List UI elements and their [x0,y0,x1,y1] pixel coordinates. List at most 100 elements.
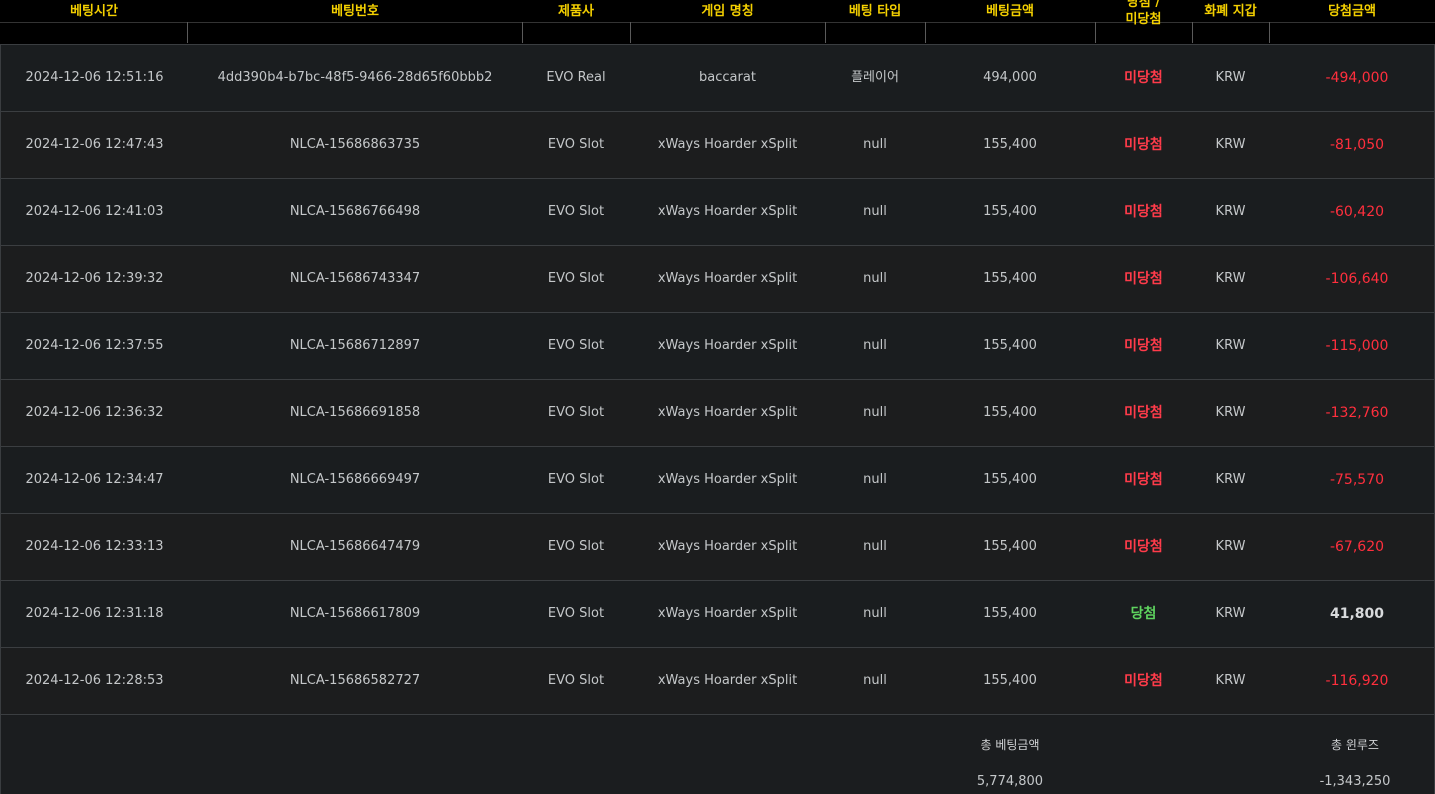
cell-currency: KRW [1215,539,1246,554]
cell-provider: EVO Slot [547,338,605,353]
table-row[interactable]: 2024-12-06 12:51:16 4dd390b4-b7bc-48f5-94… [1,45,1434,112]
cell-bet-time: 2024-12-06 12:34:47 [25,472,164,487]
cell-game-name: xWays Hoarder xSplit [657,405,798,420]
cell-bet-type: 플레이어 [851,70,899,85]
cell-win-amount: 41,800 [1329,606,1385,622]
cell-win-amount: -106,640 [1325,271,1389,287]
cell-bet-time: 2024-12-06 12:47:43 [25,137,164,152]
header-bet-amount[interactable]: 베팅금액 [925,0,1095,44]
cell-result: 미당첨 [1124,405,1163,421]
table-row[interactable]: 2024-12-06 12:39:32 NLCA-15686743347 EVO S… [1,246,1434,313]
cell-bet-type: null [863,539,887,554]
cell-bet-amount: 155,400 [983,137,1037,152]
total-bet-label: 총 베팅금액 [980,738,1040,752]
cell-provider: EVO Slot [547,539,605,554]
table-row[interactable]: 2024-12-06 12:33:13 NLCA-15686647479 EVO S… [1,514,1434,581]
cell-bet-time: 2024-12-06 12:36:32 [25,405,164,420]
table-row[interactable]: 2024-12-06 12:37:55 NLCA-15686712897 EVO S… [1,313,1434,380]
table-row[interactable]: 2024-12-06 12:34:47 NLCA-15686669497 EVO S… [1,447,1434,514]
cell-bet-no: 4dd390b4-b7bc-48f5-9466-28d65f60bbb2 [217,70,493,85]
cell-game-name: baccarat [699,70,756,85]
header-bet-time[interactable]: 베팅시간 [0,0,188,44]
cell-bet-no: NLCA-15686743347 [289,271,421,286]
cell-currency: KRW [1215,472,1246,487]
column-divider [1192,22,1193,43]
header-win-amount-label: 당첨금액 [1328,4,1376,19]
cell-win-amount: -60,420 [1329,204,1385,220]
cell-currency: KRW [1215,606,1246,621]
cell-bet-no: NLCA-15686766498 [289,204,421,219]
column-divider [522,22,523,43]
header-provider[interactable]: 제품사 [522,0,630,44]
cell-bet-amount: 155,400 [983,472,1037,487]
header-win-amount[interactable]: 당첨금액 [1269,0,1435,44]
cell-game-name: xWays Hoarder xSplit [657,673,798,688]
cell-game-name: xWays Hoarder xSplit [657,472,798,487]
table-row[interactable]: 2024-12-06 12:47:43 NLCA-15686863735 EVO S… [1,112,1434,179]
cell-game-name: xWays Hoarder xSplit [657,271,798,286]
table-row[interactable]: 2024-12-06 12:31:18 NLCA-15686617809 EVO S… [1,581,1434,648]
cell-currency: KRW [1215,673,1246,688]
table-footer-totals: 총 베팅금액 5,774,800 총 윈루즈 -1,343,250 [1,716,1434,794]
cell-bet-time: 2024-12-06 12:28:53 [25,673,164,688]
header-game-name-label: 게임 명칭 [701,4,754,19]
cell-bet-time: 2024-12-06 12:39:32 [25,271,164,286]
total-winloss-label: 총 윈루즈 [1331,738,1379,752]
cell-provider: EVO Slot [547,204,605,219]
cell-bet-type: null [863,204,887,219]
cell-bet-amount: 155,400 [983,673,1037,688]
header-bet-no-label: 베팅번호 [331,4,379,19]
cell-result: 미당첨 [1124,539,1163,555]
cell-currency: KRW [1215,405,1246,420]
cell-game-name: xWays Hoarder xSplit [657,606,798,621]
cell-currency: KRW [1215,137,1246,152]
cell-bet-amount: 155,400 [983,606,1037,621]
cell-provider: EVO Real [546,70,606,85]
cell-provider: EVO Slot [547,673,605,688]
cell-bet-time: 2024-12-06 12:51:16 [25,70,164,85]
cell-provider: EVO Slot [547,405,605,420]
cell-provider: EVO Slot [547,472,605,487]
cell-provider: EVO Slot [547,606,605,621]
cell-bet-no: NLCA-15686617809 [289,606,421,621]
cell-bet-no: NLCA-15686669497 [289,472,421,487]
cell-bet-amount: 494,000 [983,70,1037,85]
cell-win-amount: -81,050 [1329,137,1385,153]
header-result-label: 당첨 / 미당첨 [1095,0,1192,28]
table-header: 베팅시간 베팅번호 제품사 게임 명칭 베팅 타입 베팅금액 당첨 / 미당첨 … [0,0,1435,45]
header-game-name[interactable]: 게임 명칭 [630,0,825,44]
cell-bet-type: null [863,137,887,152]
cell-currency: KRW [1215,70,1246,85]
table-row[interactable]: 2024-12-06 12:41:03 NLCA-15686766498 EVO S… [1,179,1434,246]
cell-bet-amount: 155,400 [983,338,1037,353]
cell-result: 미당첨 [1124,204,1163,220]
cell-win-amount: -116,920 [1325,673,1389,689]
header-bet-time-label: 베팅시간 [70,4,118,19]
header-currency-label: 화폐 지갑 [1204,4,1257,19]
cell-bet-amount: 155,400 [983,204,1037,219]
header-result-line2: 미당첨 [1125,12,1162,27]
total-winloss-value: -1,343,250 [1319,774,1391,789]
header-result[interactable]: 당첨 / 미당첨 [1095,0,1192,44]
cell-game-name: xWays Hoarder xSplit [657,539,798,554]
cell-bet-no: NLCA-15686863735 [289,137,421,152]
header-bet-no[interactable]: 베팅번호 [188,0,522,44]
header-result-line1: 당첨 / [1126,0,1161,10]
cell-bet-no: NLCA-15686647479 [289,539,421,554]
header-currency[interactable]: 화폐 지갑 [1192,0,1269,44]
cell-bet-no: NLCA-15686712897 [289,338,421,353]
cell-bet-type: null [863,472,887,487]
cell-bet-no: NLCA-15686582727 [289,673,421,688]
column-divider [825,22,826,43]
cell-win-amount: -494,000 [1325,70,1389,86]
cell-win-amount: -132,760 [1325,405,1389,421]
column-divider [630,22,631,43]
cell-bet-type: null [863,606,887,621]
cell-bet-no: NLCA-15686691858 [289,405,421,420]
table-row[interactable]: 2024-12-06 12:36:32 NLCA-15686691858 EVO S… [1,380,1434,447]
cell-currency: KRW [1215,271,1246,286]
header-bet-type[interactable]: 베팅 타입 [825,0,925,44]
table-row[interactable]: 2024-12-06 12:28:53 NLCA-15686582727 EVO S… [1,648,1434,715]
cell-bet-amount: 155,400 [983,271,1037,286]
cell-game-name: xWays Hoarder xSplit [657,204,798,219]
